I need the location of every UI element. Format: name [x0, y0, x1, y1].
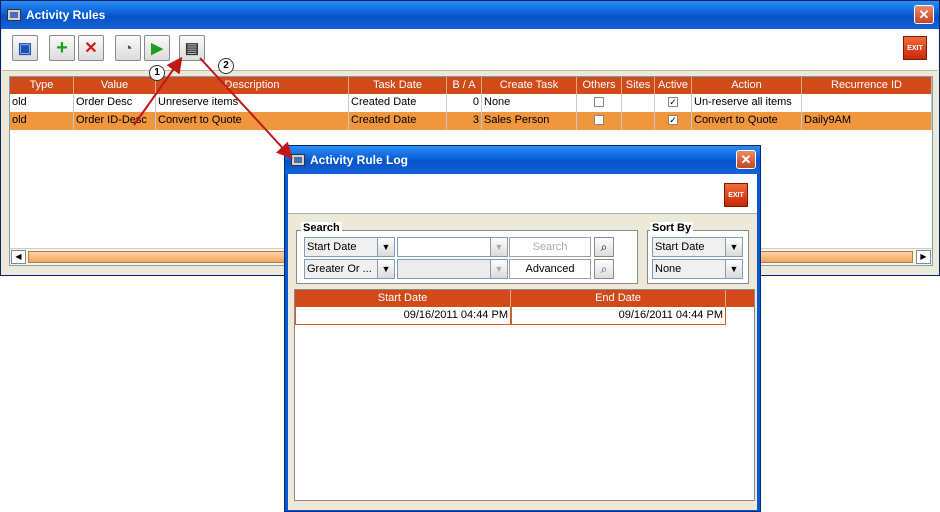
column-header-recurrence-id[interactable]: Recurrence ID — [802, 77, 932, 94]
cell-type: old — [10, 112, 74, 130]
log-exit-button[interactable]: EXIT — [724, 183, 748, 207]
cell-action: Un-reserve all items — [692, 94, 802, 112]
save-button[interactable]: ▣ — [12, 35, 38, 61]
cell-ba: 3 — [447, 112, 482, 130]
cell-task-date: Created Date — [349, 94, 447, 112]
column-header-task-date[interactable]: Task Date — [349, 77, 447, 94]
column-header-ba[interactable]: B / A — [447, 77, 482, 94]
cell-create-task: Sales Person — [482, 112, 577, 130]
log-close-button[interactable]: ✕ — [736, 150, 756, 169]
cell-create-task: None — [482, 94, 577, 112]
chevron-down-icon[interactable]: ▼ — [377, 259, 395, 279]
log-icon: ▤ — [184, 40, 200, 57]
operator-combo[interactable]: Greater Or ... — [304, 259, 378, 279]
table-row-selected[interactable]: old Order ID-Desc Convert to Quote Creat… — [10, 112, 932, 130]
run-button[interactable]: ▶ — [144, 35, 170, 61]
run-icon: ▶ — [151, 40, 163, 57]
cell-others — [577, 94, 622, 112]
log-body: EXIT Search Start Date ▼ ▼ Search ⌕ Grea… — [288, 174, 757, 510]
search-button[interactable]: Search — [509, 237, 591, 257]
column-header-action[interactable]: Action — [692, 77, 802, 94]
cell-active: ✓ — [655, 94, 692, 112]
cell-sites — [622, 112, 655, 130]
window-title: Activity Rules — [26, 8, 106, 22]
scroll-right-icon[interactable]: ▶ — [916, 250, 931, 264]
sort-secondary-combo[interactable]: None — [652, 259, 726, 279]
cell-value: Order Desc — [74, 94, 156, 112]
cell-sites — [622, 94, 655, 112]
search-value-input[interactable] — [397, 237, 491, 257]
cell-description: Convert to Quote — [156, 112, 349, 130]
activity-log-button[interactable]: ▤ — [179, 35, 205, 61]
cell-action: Convert to Quote — [692, 112, 802, 130]
table-row[interactable]: 09/16/2011 04:44 PM 09/16/2011 04:44 PM — [295, 307, 726, 325]
add-button[interactable]: + — [49, 35, 75, 61]
cell-start-date: 09/16/2011 04:44 PM — [295, 307, 511, 325]
cell-recurrence-id: Daily9AM — [802, 112, 932, 130]
activity-rules-titlebar[interactable]: Activity Rules — [1, 1, 939, 29]
log-viewer-icon: ◔ — [123, 39, 133, 57]
log-toolbar: EXIT — [288, 174, 757, 214]
active-checkbox[interactable]: ✓ — [668, 115, 678, 126]
cell-task-date: Created Date — [349, 112, 447, 130]
search-field-combo[interactable]: Start Date — [304, 237, 378, 257]
callout-badge-1: 1 — [149, 65, 165, 81]
chevron-down-icon[interactable]: ▼ — [725, 259, 743, 279]
activity-rule-log-window: Activity Rule Log ✕ EXIT Search Start Da… — [284, 145, 761, 512]
chevron-down-icon: ▼ — [490, 259, 508, 279]
operator-value-input — [397, 259, 491, 279]
chevron-down-icon[interactable]: ▼ — [725, 237, 743, 257]
log-grid-header: Start Date End Date — [295, 290, 754, 307]
find-icon[interactable]: ⌕ — [594, 237, 614, 257]
sort-primary-combo[interactable]: Start Date — [652, 237, 726, 257]
advanced-button[interactable]: Advanced — [509, 259, 591, 279]
log-window-title: Activity Rule Log — [310, 153, 409, 167]
delete-button[interactable]: ✕ — [78, 35, 104, 61]
column-header-end-date[interactable]: End Date — [511, 290, 726, 307]
column-header-type[interactable]: Type — [10, 77, 74, 94]
column-header-others[interactable]: Others — [577, 77, 622, 94]
search-group-label: Search — [301, 222, 342, 234]
column-header-active[interactable]: Active — [655, 77, 692, 94]
chevron-down-icon[interactable]: ▼ — [377, 237, 395, 257]
cell-recurrence-id — [802, 94, 932, 112]
scroll-left-icon[interactable]: ◀ — [11, 250, 26, 264]
cell-active: ✓ — [655, 112, 692, 130]
cell-type: old — [10, 94, 74, 112]
cell-ba: 0 — [447, 94, 482, 112]
cell-others — [577, 112, 622, 130]
window-system-icon[interactable] — [7, 9, 21, 21]
column-header-create-task[interactable]: Create Task — [482, 77, 577, 94]
column-header-description[interactable]: Description — [156, 77, 349, 94]
grid-header: Type Value Description Task Date B / A C… — [10, 77, 932, 94]
delete-icon: ✕ — [84, 40, 98, 57]
log-grid: Start Date End Date 09/16/2011 04:44 PM … — [294, 289, 755, 501]
callout-badge-2: 2 — [218, 58, 234, 74]
others-checkbox[interactable] — [594, 97, 604, 108]
cell-value: Order ID-Desc — [74, 112, 156, 130]
table-row[interactable]: old Order Desc Unreserve items Created D… — [10, 94, 932, 112]
save-icon: ▣ — [17, 40, 33, 57]
column-header-sites[interactable]: Sites — [622, 77, 655, 94]
add-icon: + — [56, 36, 68, 59]
window-system-icon[interactable] — [291, 154, 305, 166]
sort-group-label: Sort By — [650, 222, 694, 234]
others-checkbox[interactable] — [594, 115, 604, 126]
cell-description: Unreserve items — [156, 94, 349, 112]
cell-end-date: 09/16/2011 04:44 PM — [511, 307, 726, 325]
close-button[interactable]: ✕ — [914, 5, 934, 24]
chevron-down-icon: ▼ — [490, 237, 508, 257]
column-header-start-date[interactable]: Start Date — [295, 290, 511, 307]
column-header-value[interactable]: Value — [74, 77, 156, 94]
log-viewer-button[interactable]: ◔ — [115, 35, 141, 61]
active-checkbox[interactable]: ✓ — [668, 97, 678, 108]
log-titlebar[interactable]: Activity Rule Log — [285, 146, 760, 174]
main-toolbar: ▣ + ✕ ◔ ▶ ▤ EXIT — [2, 29, 938, 71]
exit-button[interactable]: EXIT — [903, 36, 927, 60]
advanced-search-icon[interactable]: ⌕ — [594, 259, 614, 279]
